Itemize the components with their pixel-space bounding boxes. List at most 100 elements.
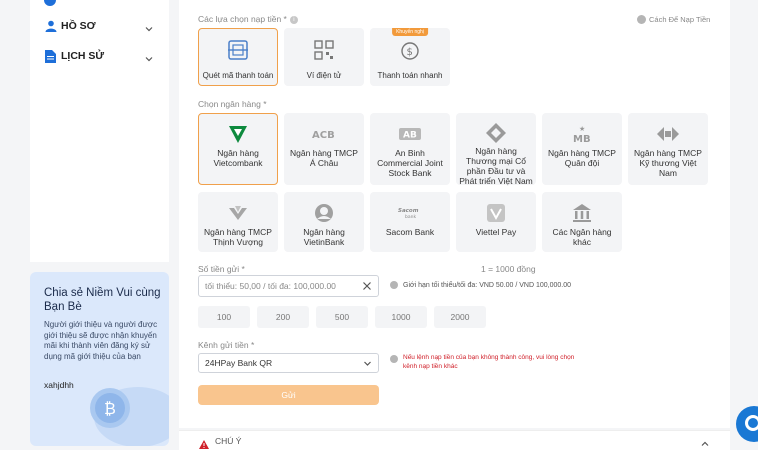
svg-text:★: ★ [579, 125, 585, 133]
coin-icon: $ [399, 41, 421, 66]
amount-section-label: Số tiền gửi * [198, 264, 245, 274]
chevron-down-icon [144, 21, 154, 32]
amount-chip[interactable]: 2000 [434, 306, 486, 328]
chevron-down-icon [363, 359, 372, 368]
bidv-logo [483, 122, 509, 144]
bank-name: Ngân hàng TMCP Quân đội [548, 148, 616, 168]
promo-description: Người giới thiệu và người được giới thiệ… [44, 320, 158, 361]
method-label: Ví điện tử [306, 71, 342, 80]
viettelpay-logo [483, 201, 509, 225]
info-icon [390, 355, 398, 363]
channel-section-label: Kênh gửi tiền * [198, 340, 255, 350]
amount-chip[interactable]: 100 [198, 306, 250, 328]
svg-text:₿: ₿ [104, 399, 116, 418]
bank-sacombank[interactable]: Sacom bank Sacom Bank [370, 192, 450, 252]
sacombank-logo: Sacom bank [397, 201, 423, 225]
bank-name: Sacom Bank [385, 227, 435, 237]
bank-name: An Binh Commercial Joint Stock Bank [377, 148, 443, 178]
method-e-wallet[interactable]: Ví điện tử [284, 28, 364, 86]
bank-vpbank[interactable]: Ngân hàng TMCP Thịnh Vượng [198, 192, 278, 252]
partial-icon [44, 0, 56, 6]
svg-text:bank: bank [405, 214, 416, 220]
techcombank-logo [655, 122, 681, 146]
deposit-guide-link[interactable]: Cách Để Nạp Tiền [637, 15, 710, 24]
bank-acb[interactable]: ACB Ngân hàng TMCP Á Châu [284, 113, 364, 185]
help-icon[interactable]: i [289, 16, 298, 24]
method-qr-scan[interactable]: Quét mã thanh toán [198, 28, 278, 86]
channel-note-text: Nếu lệnh nạp tiền của bạn không thành cô… [403, 354, 575, 370]
sidebar-item-label: LỊCH SỬ [61, 50, 105, 62]
bank-bidv[interactable]: Ngân hàng Thương mại Cổ phần Đầu tư và P… [456, 113, 536, 186]
channel-value: 24HPay Bank QR [205, 358, 273, 368]
document-icon [44, 49, 57, 63]
sidebar-item-profile[interactable]: HỒ SƠ [44, 16, 154, 36]
coin-illustration: ₿ [90, 387, 169, 446]
channel-select[interactable]: 24HPay Bank QR [198, 353, 379, 373]
bank-techcombank[interactable]: Ngân hàng TMCP Kỹ thương Việt Nam [628, 113, 708, 185]
bank-name: Ngân hàng TMCP Thịnh Vượng [204, 227, 272, 247]
notice-bar[interactable]: CHÚ Ý [179, 430, 730, 450]
acb-logo: ACB [311, 122, 337, 146]
bank-name: Ngân hàng Vietcombank [213, 148, 263, 168]
bank-section-label: Chọn ngân hàng * [198, 99, 267, 109]
chat-icon [745, 415, 758, 431]
chat-support-button[interactable] [736, 406, 758, 442]
svg-text:ACB: ACB [312, 130, 335, 141]
referral-promo-card: Chia sẻ Niềm Vui cùng Bạn Bè Người giới … [30, 272, 169, 446]
mb-logo: ★ MB [569, 122, 595, 146]
svg-text:Sacom: Sacom [398, 208, 419, 214]
close-icon[interactable] [362, 281, 372, 291]
bank-name: Các Ngân hàng khác [552, 227, 612, 247]
amount-chip[interactable]: 500 [316, 306, 368, 328]
recommended-badge: Khuyến nghị [392, 28, 428, 36]
amount-limit: Giới hạn tối thiểu/tối đa: VND 50.00 / V… [390, 281, 571, 289]
bank-mb[interactable]: ★ MB Ngân hàng TMCP Quân đội [542, 113, 622, 185]
notice-label: CHÚ Ý [215, 435, 242, 446]
chevron-down-icon [144, 51, 154, 62]
amount-placeholder: tối thiểu: 50,00 / tối đa: 100,000.00 [205, 281, 336, 291]
bank-name: Viettel Pay [475, 227, 517, 237]
bank-other[interactable]: Các Ngân hàng khác [542, 192, 622, 252]
channel-note: Nếu lệnh nạp tiền của bạn không thành cô… [390, 354, 580, 371]
svg-text:AB: AB [403, 131, 417, 141]
info-icon [390, 281, 398, 289]
bank-name: Ngân hàng Thương mại Cổ phần Đầu tư và P… [459, 146, 533, 186]
warning-icon [199, 436, 209, 449]
sidebar-item-label: HỒ SƠ [61, 20, 96, 32]
vpbank-logo [225, 201, 251, 225]
bank-name: Ngân hàng VietinBank [303, 227, 345, 247]
bank-building-icon [569, 201, 595, 225]
sidebar: HỒ SƠ LỊCH SỬ [30, 0, 169, 262]
vietcombank-logo [225, 122, 251, 146]
qr-scan-icon [228, 40, 248, 65]
exchange-rate: 1 = 1000 đồng [481, 264, 536, 274]
svg-text:$: $ [407, 47, 413, 58]
bank-name: Ngân hàng TMCP Kỹ thương Việt Nam [634, 148, 702, 178]
amount-chip[interactable]: 200 [257, 306, 309, 328]
vietinbank-logo [311, 201, 337, 225]
svg-text:MB: MB [573, 134, 591, 145]
bank-name: Ngân hàng TMCP Á Châu [290, 148, 358, 168]
method-label: Quét mã thanh toán [202, 71, 274, 80]
limit-text: Giới hạn tối thiểu/tối đa: VND 50.00 / V… [403, 281, 572, 289]
promo-title: Chia sẻ Niềm Vui cùng Bạn Bè [44, 287, 161, 313]
bank-vietcombank[interactable]: Ngân hàng Vietcombank [198, 113, 278, 185]
guide-link-text: Cách Để Nạp Tiền [649, 15, 711, 24]
chevron-up-icon[interactable] [700, 436, 710, 446]
user-icon [44, 19, 57, 33]
submit-button[interactable]: Gửi [198, 385, 379, 405]
method-label: Thanh toán nhanh [377, 71, 443, 80]
amount-chip[interactable]: 1000 [375, 306, 427, 328]
method-label-text: Các lựa chọn nạp tiền * [198, 14, 287, 24]
referral-code[interactable]: xahjdhh [44, 380, 74, 390]
bank-vietinbank[interactable]: Ngân hàng VietinBank [284, 192, 364, 252]
bank-viettelpay[interactable]: Viettel Pay [456, 192, 536, 252]
sidebar-item-history[interactable]: LỊCH SỬ [44, 46, 154, 66]
deposit-panel: Các lựa chọn nạp tiền * i Cách Để Nạp Tiề… [179, 0, 730, 428]
abbank-logo: AB [397, 122, 423, 146]
method-fast-payment[interactable]: Khuyến nghị $ Thanh toán nhanh [370, 28, 450, 86]
qr-code-icon [314, 40, 334, 65]
bank-abbank[interactable]: AB An Binh Commercial Joint Stock Bank [370, 113, 450, 185]
method-section-label: Các lựa chọn nạp tiền * i [198, 14, 298, 24]
amount-input[interactable]: tối thiểu: 50,00 / tối đa: 100,000.00 [198, 275, 379, 297]
